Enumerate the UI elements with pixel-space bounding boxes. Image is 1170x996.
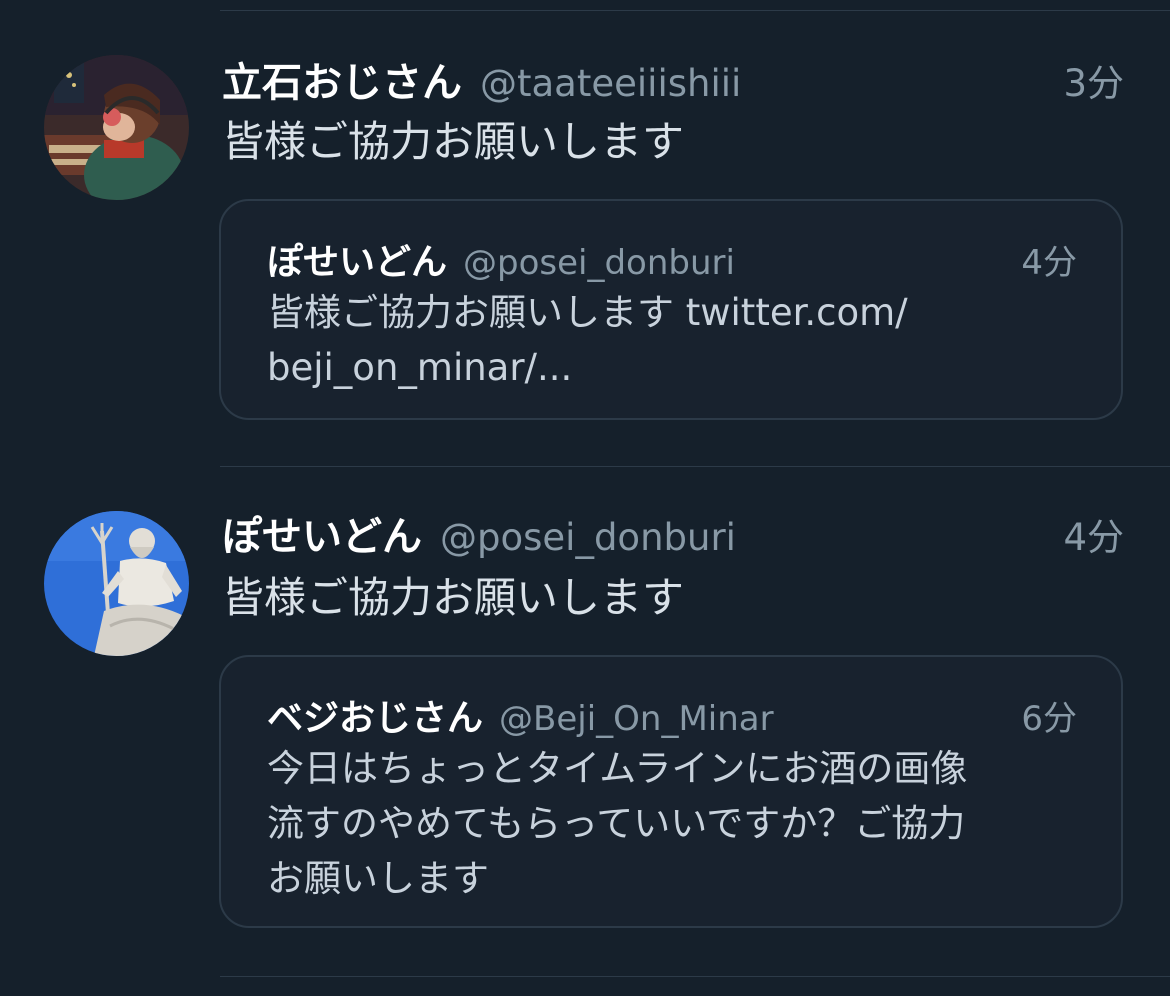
quoted-tweet[interactable]: ぽせいどん @posei_donburi 4分 皆様ご協力お願いします twit… <box>219 199 1123 420</box>
divider <box>220 466 1170 467</box>
avatar[interactable] <box>44 55 189 200</box>
author-handle[interactable]: @posei_donburi <box>440 516 736 559</box>
avatar-lofi-girl-icon <box>44 55 189 200</box>
quoted-tweet-text: 今日はちょっとタイムラインにお酒の画像 流すのやめてもらっていいですか？ご協力 … <box>267 741 1081 906</box>
tweet-header: 立石おじさん @taateeiiishiii 3分 <box>222 50 1124 106</box>
tweet-timestamp[interactable]: 3分 <box>1063 53 1124 107</box>
divider-top <box>220 10 1170 11</box>
avatar-poseidon-statue-icon <box>44 511 189 656</box>
divider-bottom <box>220 976 1170 977</box>
tweet-header: ぽせいどん @posei_donburi 4分 <box>222 504 1124 560</box>
quoted-text-line: お願いします <box>267 857 489 900</box>
tweet-timestamp[interactable]: 4分 <box>1063 507 1124 561</box>
author-handle[interactable]: @taateeiiishiii <box>480 62 741 105</box>
quoted-text-line: 流すのやめてもらっていいですか？ご協力 <box>267 802 966 845</box>
quoted-tweet-header: ベジおじさん @Beji_On_Minar 6分 <box>267 689 1077 741</box>
author-name[interactable]: 立石おじさん <box>222 50 462 108</box>
quoted-tweet-text: 皆様ご協力お願いします twitter.com/ beji_on_minar/.… <box>267 285 1081 395</box>
quoted-author-name: ベジおじさん <box>267 698 484 739</box>
quoted-tweet[interactable]: ベジおじさん @Beji_On_Minar 6分 今日はちょっとタイムラインにお… <box>219 655 1123 928</box>
avatar[interactable] <box>44 511 189 656</box>
quoted-tweet-header: ぽせいどん @posei_donburi 4分 <box>267 233 1077 285</box>
quoted-text-line: 今日はちょっとタイムラインにお酒の画像 <box>267 747 968 790</box>
quoted-author-handle: @Beji_On_Minar <box>499 699 774 739</box>
quoted-tweet-timestamp: 6分 <box>1021 699 1077 739</box>
tweet-text: 皆様ご協力お願いします <box>222 117 685 166</box>
author-name[interactable]: ぽせいどん <box>222 504 422 562</box>
quoted-author-name: ぽせいどん <box>267 242 448 283</box>
quoted-text-line: 皆様ご協力お願いします twitter.com/ <box>267 291 908 334</box>
tweet-text: 皆様ご協力お願いします <box>222 573 685 622</box>
quoted-tweet-timestamp: 4分 <box>1021 243 1077 283</box>
quoted-link[interactable]: beji_on_minar/... <box>267 340 1081 395</box>
quoted-author-handle: @posei_donburi <box>463 243 735 283</box>
